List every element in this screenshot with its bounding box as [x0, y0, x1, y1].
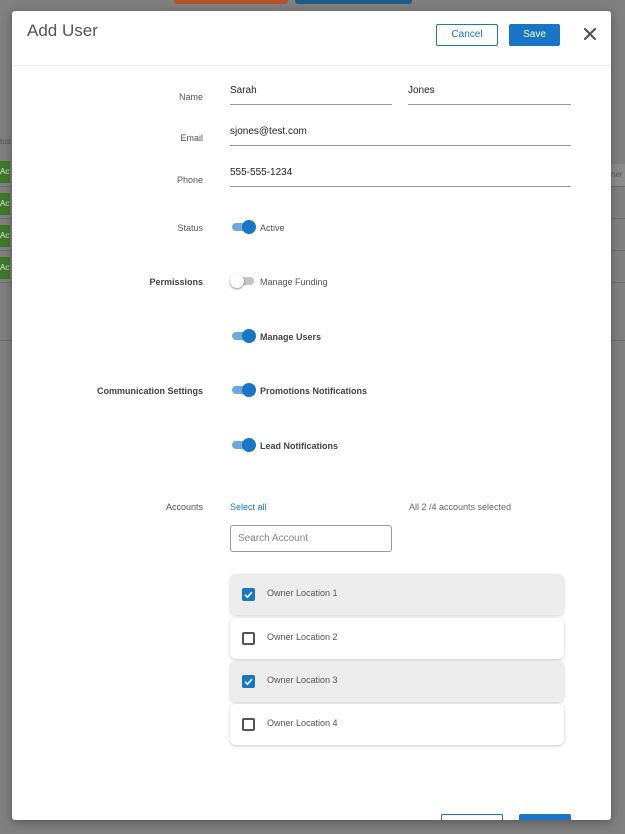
background-status-tag: Acti: [0, 225, 10, 247]
manage-users-toggle[interactable]: [230, 329, 258, 343]
last-name-input[interactable]: Jones: [408, 82, 571, 105]
account-item[interactable]: Owner Location 4: [230, 704, 564, 745]
communication-settings-label: Communication Settings: [96, 386, 203, 396]
account-item[interactable]: Owner Location 2: [230, 618, 564, 659]
manage-funding-label: Manage Funding: [260, 277, 328, 287]
email-value: sjones@test.com: [230, 126, 307, 137]
accounts-selected-count: All 2 /4 accounts selected: [409, 502, 512, 512]
promotions-notifications-label: Promotions Notifications: [260, 386, 368, 396]
account-name: Owner Location 1: [267, 588, 338, 598]
account-item[interactable]: Owner Location 1: [230, 574, 564, 615]
save-button[interactable]: Save: [509, 24, 560, 46]
manage-users-label: Manage Users: [260, 332, 322, 342]
account-name: Owner Location 4: [267, 718, 338, 728]
footer-save-button[interactable]: [519, 814, 571, 820]
modal-title: Add User: [27, 21, 98, 40]
checkbox-checked-icon[interactable]: [242, 588, 255, 601]
background-status-tag: Acti: [0, 161, 10, 183]
footer-cancel-button[interactable]: [441, 814, 503, 820]
last-name-value: Jones: [408, 85, 435, 96]
background-column: ner: [611, 164, 625, 186]
cancel-button[interactable]: Cancel: [436, 24, 498, 46]
manage-funding-toggle[interactable]: [230, 274, 258, 288]
background-status-tag: Acti: [0, 193, 10, 215]
phone-input[interactable]: 555-555-1234: [230, 164, 571, 187]
phone-label: Phone: [176, 175, 203, 185]
add-user-modal: Add User Cancel Save Name Sarah Jones Em…: [12, 11, 611, 820]
first-name-input[interactable]: Sarah: [230, 82, 392, 105]
email-input[interactable]: sjones@test.com: [230, 123, 571, 146]
account-name: Owner Location 2: [267, 632, 338, 642]
checkbox-checked-icon[interactable]: [242, 675, 255, 688]
modal-header: Add User Cancel Save: [12, 11, 611, 66]
search-account-placeholder: Search Account: [238, 533, 309, 544]
search-account-input[interactable]: Search Account: [230, 525, 392, 552]
promotions-notifications-toggle[interactable]: [230, 383, 258, 397]
lead-notifications-toggle[interactable]: [230, 438, 258, 452]
phone-value: 555-555-1234: [230, 167, 293, 178]
name-label: Name: [178, 92, 203, 102]
email-label: Email: [180, 133, 203, 143]
close-icon[interactable]: [582, 26, 598, 42]
account-name: Owner Location 3: [267, 675, 338, 685]
accounts-label: Accounts: [165, 502, 203, 512]
checkbox-unchecked-icon[interactable]: [242, 632, 255, 645]
select-all-link[interactable]: Select all: [230, 502, 267, 512]
first-name-value: Sarah: [230, 85, 257, 96]
status-toggle-label: Active: [260, 223, 285, 233]
checkbox-unchecked-icon[interactable]: [242, 718, 255, 731]
account-item[interactable]: Owner Location 3: [230, 661, 564, 702]
lead-notifications-label: Lead Notifications: [260, 441, 339, 451]
background-text: tus: [0, 137, 11, 146]
background-status-tag: Acti: [0, 257, 10, 279]
background-button: [295, 0, 412, 4]
background-button: [174, 0, 288, 4]
status-toggle[interactable]: [230, 220, 258, 234]
permissions-label: Permissions: [149, 277, 203, 287]
status-label: Status: [177, 223, 203, 233]
